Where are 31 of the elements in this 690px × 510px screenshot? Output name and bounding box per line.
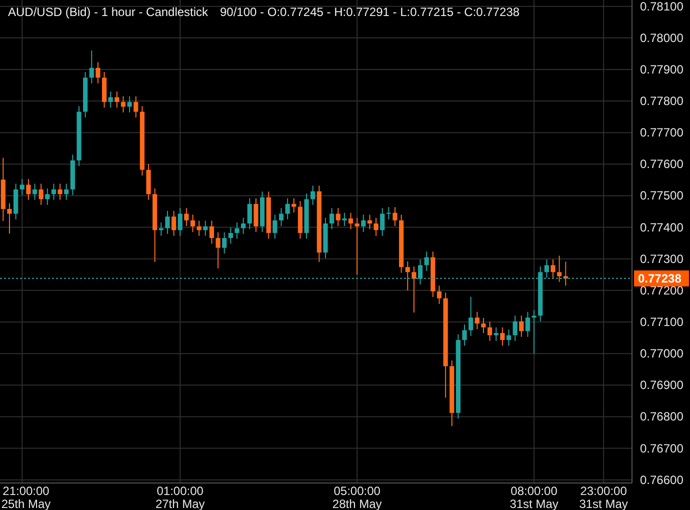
- candlestick: [165, 210, 170, 234]
- price-axis-label: 0.77700: [640, 126, 684, 140]
- price-axis-label: 0.77500: [640, 188, 684, 203]
- chart-title: AUD/USD (Bid) - 1 hour - Candlestick: [8, 5, 208, 19]
- price-axis-label: 0.77300: [640, 252, 684, 266]
- candlestick: [392, 206, 398, 227]
- price-axis-label: 0.78000: [640, 30, 684, 45]
- price-axis-label: 0.77800: [640, 94, 684, 108]
- price-axis-label: 0.76700: [640, 441, 684, 456]
- price-axis-label: 0.77000: [640, 346, 684, 361]
- candlestick: [323, 217, 328, 259]
- candlestick: [304, 193, 309, 240]
- price-axis-label: 0.76600: [640, 472, 684, 487]
- price-axis-label: 0.77400: [640, 220, 684, 234]
- candlestick: [550, 259, 556, 278]
- candlestick: [146, 164, 151, 200]
- price-axis-label: 0.76900: [640, 378, 684, 392]
- candlestick: [0, 157, 6, 222]
- candlestick: [234, 222, 240, 240]
- price-axis-label: 0.78100: [640, 0, 684, 14]
- ohlc-legend: 90/100 - O:0.77245 - H:0.77291 - L:0.77215 - C:0.77238: [220, 5, 520, 19]
- candlestick: [7, 202, 12, 234]
- ref-line-label: 0.77238: [638, 271, 682, 286]
- candlestick: [76, 106, 82, 167]
- price-axis-label: 0.77600: [640, 157, 684, 172]
- price-axis-label: 0.77900: [640, 62, 684, 76]
- price-axis-label: 0.77100: [640, 315, 684, 329]
- candlestick: [481, 317, 486, 334]
- current-price-tag: 0.77238: [634, 270, 689, 286]
- candlestick: [462, 324, 467, 346]
- price-axis-label: 0.76800: [640, 410, 684, 424]
